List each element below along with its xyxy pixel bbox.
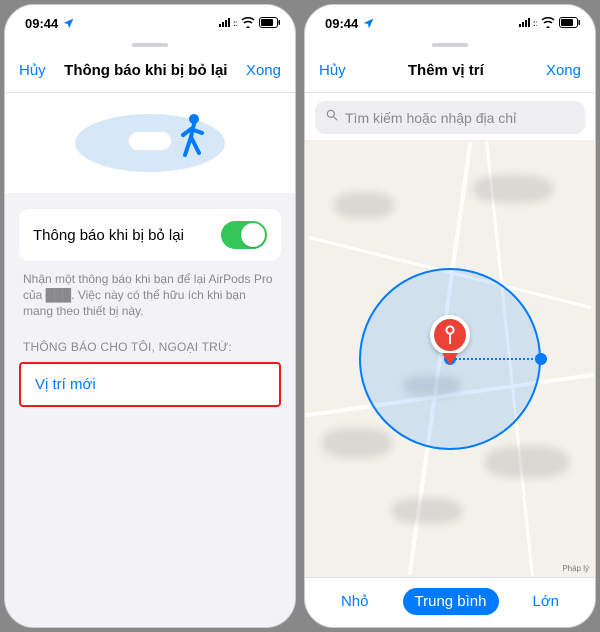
radius-segmented-control: Nhỏ Trung bình Lớn xyxy=(305,577,595,627)
body-area: Pháp lý Nhỏ Trung bình Lớn xyxy=(305,93,595,627)
battery-icon xyxy=(259,16,281,31)
wifi-icon xyxy=(541,16,555,31)
radius-option-large[interactable]: Lớn xyxy=(521,588,572,615)
battery-icon xyxy=(559,16,581,31)
done-button[interactable]: Xong xyxy=(246,62,281,79)
nav-bar: Hủy Thông báo khi bị bỏ lại Xong xyxy=(5,49,295,93)
search-input[interactable] xyxy=(345,110,575,126)
status-right: :: xyxy=(219,16,281,31)
clock: 09:44 xyxy=(25,16,58,31)
location-icon xyxy=(62,17,75,30)
notify-description: Nhận một thông báo khi bạn để lại AirPod… xyxy=(5,271,295,334)
sheet-grabber[interactable] xyxy=(305,41,595,49)
exceptions-section-header: THÔNG BÁO CHO TÔI, NGOẠI TRỪ: xyxy=(5,334,295,360)
wifi-icon xyxy=(241,16,255,31)
search-bar[interactable] xyxy=(315,101,585,134)
nav-title: Thêm vị trí xyxy=(408,62,484,79)
illustration xyxy=(5,93,295,193)
status-left: 09:44 xyxy=(25,16,75,31)
radius-option-medium[interactable]: Trung bình xyxy=(403,588,499,615)
walking-person-icon xyxy=(177,113,207,166)
search-icon xyxy=(325,108,339,127)
location-icon xyxy=(362,17,375,30)
nav-title: Thông báo khi bị bỏ lại xyxy=(64,62,227,79)
cancel-button[interactable]: Hủy xyxy=(319,62,346,79)
status-left: 09:44 xyxy=(325,16,375,31)
phone-notify-left-behind: 09:44 :: Hủy Thông báo khi bị bỏ lại Xon… xyxy=(4,4,296,628)
sheet-grabber[interactable] xyxy=(5,41,295,49)
svg-text:::: :: xyxy=(233,19,237,28)
map-attribution[interactable]: Pháp lý xyxy=(562,564,589,573)
status-bar: 09:44 :: xyxy=(305,5,595,41)
radius-option-small[interactable]: Nhỏ xyxy=(329,588,381,615)
dual-signal-icon: :: xyxy=(519,16,537,31)
new-location-button[interactable]: Vị trí mới xyxy=(19,362,281,407)
phone-add-location: 09:44 :: Hủy Thêm vị trí Xong xyxy=(304,4,596,628)
cancel-button[interactable]: Hủy xyxy=(19,62,46,79)
pin-icon xyxy=(430,315,470,355)
map[interactable]: Pháp lý xyxy=(305,140,595,577)
clock: 09:44 xyxy=(325,16,358,31)
notify-toggle-label: Thông báo khi bị bỏ lại xyxy=(33,227,184,244)
notify-toggle-row: Thông báo khi bị bỏ lại xyxy=(19,209,281,261)
geofence-radius-handle[interactable] xyxy=(535,353,547,365)
status-right: :: xyxy=(519,16,581,31)
dual-signal-icon: :: xyxy=(219,16,237,31)
done-button[interactable]: Xong xyxy=(546,62,581,79)
svg-text:::: :: xyxy=(533,19,537,28)
nav-bar: Hủy Thêm vị trí Xong xyxy=(305,49,595,93)
body-area: Thông báo khi bị bỏ lại Nhận một thông b… xyxy=(5,93,295,627)
airpods-icon xyxy=(128,131,172,151)
map-pin[interactable] xyxy=(430,315,470,365)
status-bar: 09:44 :: xyxy=(5,5,295,41)
notify-toggle-switch[interactable] xyxy=(221,221,267,249)
